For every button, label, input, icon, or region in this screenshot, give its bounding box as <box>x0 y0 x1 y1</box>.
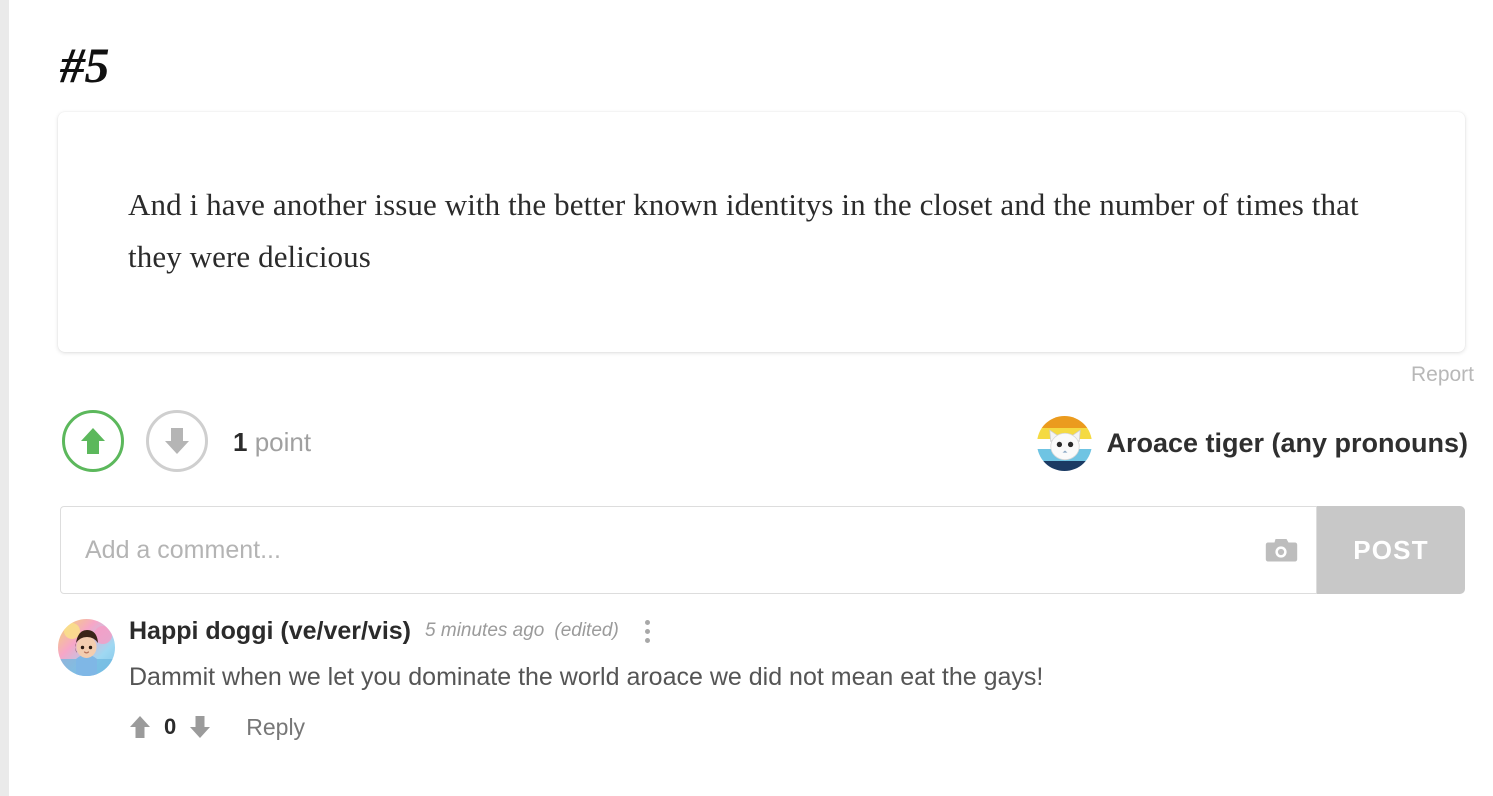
comment-upvote-button[interactable] <box>129 715 151 739</box>
post-score-label: point <box>254 427 312 457</box>
comment-list: Happi doggi (ve/ver/vis) 5 minutes ago (… <box>9 612 1493 752</box>
post-vote-row: 1 point Aroace tiger (any pronouns) <box>9 410 1493 485</box>
upvote-button[interactable] <box>62 410 124 472</box>
post-author[interactable]: Aroace tiger (any pronouns) <box>1037 416 1468 471</box>
comment-text: Dammit when we let you dominate the worl… <box>129 663 1044 691</box>
comment-input[interactable] <box>61 507 1316 593</box>
comment-header: Happi doggi (ve/ver/vis) 5 minutes ago (… <box>129 612 1493 650</box>
comment-body-wrapper: Happi doggi (ve/ver/vis) 5 minutes ago (… <box>129 612 1493 744</box>
post-score: 1 point <box>233 427 311 457</box>
comment-edited-badge: (edited) <box>554 620 619 641</box>
comment-author-name[interactable]: Happi doggi (ve/ver/vis) <box>129 617 411 646</box>
post-author-name: Aroace tiger (any pronouns) <box>1106 428 1468 458</box>
post-body-text: And i have another issue with the better… <box>128 187 1359 274</box>
downvote-button[interactable] <box>146 410 208 472</box>
comment-action-row: 0 Reply <box>129 710 1493 744</box>
list-item: Happi doggi (ve/ver/vis) 5 minutes ago (… <box>9 612 1493 752</box>
post-card: And i have another issue with the better… <box>58 112 1465 352</box>
arrow-down-icon <box>163 426 191 456</box>
left-gutter <box>0 0 9 796</box>
comment-input-wrapper <box>60 506 1317 594</box>
page-title: #5 <box>60 37 110 93</box>
aroace-cat-avatar <box>1037 416 1093 471</box>
post-comment-button[interactable]: POST <box>1317 506 1465 594</box>
comment-composer: POST <box>60 506 1465 594</box>
report-link[interactable]: Report <box>1411 363 1474 387</box>
camera-icon[interactable] <box>1264 536 1298 564</box>
more-vertical-icon[interactable] <box>637 616 658 647</box>
comment-downvote-button[interactable] <box>189 715 211 739</box>
comment-reply-button[interactable]: Reply <box>246 714 305 741</box>
comment-timestamp: 5 minutes ago <box>425 620 545 641</box>
arrow-up-icon <box>79 426 107 456</box>
happi-doggi-avatar <box>58 619 115 676</box>
comment-score: 0 <box>164 714 177 739</box>
post-detail-page: #5 And i have another issue with the bet… <box>9 0 1493 796</box>
post-score-value: 1 <box>233 427 248 457</box>
